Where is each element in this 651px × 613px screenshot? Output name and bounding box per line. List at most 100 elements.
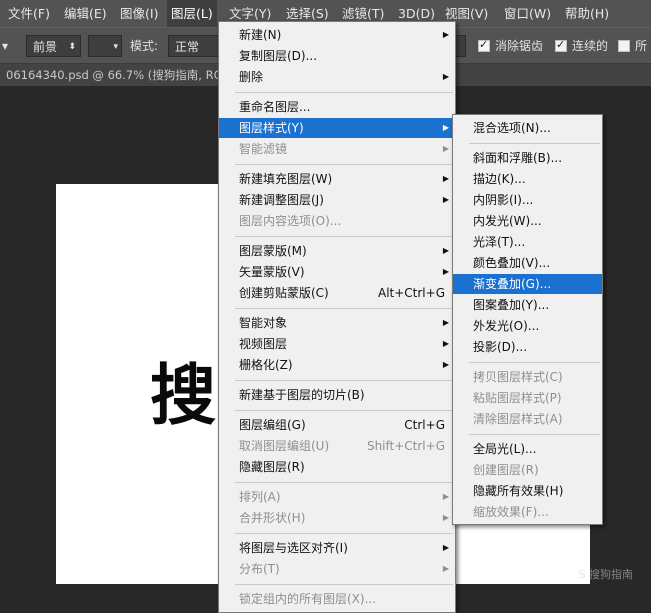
menu-item[interactable]: 斜面和浮雕(B)... — [453, 148, 602, 168]
menu-item[interactable]: 分布(T) ▶ — [219, 559, 455, 579]
antialias-checkbox[interactable]: ✓ — [478, 38, 490, 52]
menu-item-label: 外发光(O)... — [473, 319, 540, 333]
menu-item-label: 隐藏图层(R) — [239, 460, 305, 474]
menu-item[interactable]: 重命名图层... — [219, 97, 455, 117]
menu-item[interactable]: 视频图层 ▶ — [219, 334, 455, 354]
menu-9[interactable]: 窗口(W) — [500, 0, 555, 27]
menu-10[interactable]: 帮助(H) — [561, 0, 613, 27]
menu-item-label: 取消图层编组(U) — [239, 439, 330, 453]
menu-item[interactable]: 粘贴图层样式(P) — [453, 388, 602, 408]
pattern-picker[interactable]: ▾ — [88, 35, 122, 57]
menu-item-label: 颜色叠加(V)... — [473, 256, 551, 270]
menu-item-label: 粘贴图层样式(P) — [473, 391, 562, 405]
menu-item[interactable]: 矢量蒙版(V) ▶ — [219, 262, 455, 282]
menu-item-label: 图层样式(Y) — [239, 121, 304, 135]
menu-item[interactable]: 合并形状(H) ▶ — [219, 508, 455, 528]
menu-item[interactable]: 图案叠加(Y)... — [453, 295, 602, 315]
menu-item[interactable]: 外发光(O)... — [453, 316, 602, 336]
menu-item[interactable]: 内发光(W)... — [453, 211, 602, 231]
contiguous-label: 连续的 — [572, 39, 609, 53]
menu-item-label: 缩放效果(F)... — [473, 505, 549, 519]
menu-separator — [469, 434, 600, 435]
menu-item[interactable]: 光泽(T)... — [453, 232, 602, 252]
chevron-down-icon: ▾ — [113, 42, 118, 52]
menu-item[interactable]: 颜色叠加(V)... — [453, 253, 602, 273]
document-title: 06164340.psd @ 66.7% (搜狗指南, RGB/8) — [6, 68, 247, 82]
menu-item[interactable]: 智能对象 ▶ — [219, 313, 455, 333]
menu-item[interactable]: 复制图层(D)... — [219, 46, 455, 66]
menu-item[interactable]: 图层样式(Y) ▶ — [219, 118, 455, 138]
all-layers-checkbox[interactable] — [618, 40, 630, 52]
submenu-arrow-icon: ▶ — [442, 360, 449, 369]
menu-item-label: 复制图层(D)... — [239, 49, 318, 63]
menu-item[interactable]: 新建基于图层的切片(B) — [219, 385, 455, 405]
menu-item[interactable]: 渐变叠加(G)... — [453, 274, 602, 294]
layer-style-submenu: 混合选项(N)... 斜面和浮雕(B)... 描边(K)... 内阴影(I)... 内发… — [452, 114, 603, 525]
checkmark-icon: ✓ — [556, 38, 566, 51]
menu-item[interactable]: 图层编组(G) Ctrl+G — [219, 415, 455, 435]
menu-item-label: 拷贝图层样式(C) — [473, 370, 563, 384]
blend-mode-value: 正常 — [175, 40, 200, 54]
menu-item[interactable]: 混合选项(N)... — [453, 118, 602, 138]
menu-item[interactable]: 拷贝图层样式(C) — [453, 367, 602, 387]
menu-0[interactable]: 文件(F) — [4, 0, 54, 27]
blend-mode-select[interactable]: 正常 — [168, 35, 220, 57]
menu-separator — [235, 584, 453, 585]
menu-item[interactable]: 新建(N) ▶ — [219, 25, 455, 45]
menu-item-label: 清除图层样式(A) — [473, 412, 563, 426]
menu-item[interactable]: 智能滤镜 ▶ — [219, 139, 455, 159]
menu-item-label: 智能对象 — [239, 316, 288, 330]
menu-item[interactable]: 内阴影(I)... — [453, 190, 602, 210]
menu-item[interactable]: 排列(A) ▶ — [219, 487, 455, 507]
menu-3[interactable]: 图层(L) — [167, 0, 217, 27]
menu-item-label: 锁定组内的所有图层(X)... — [239, 592, 377, 606]
menu-item[interactable]: 描边(K)... — [453, 169, 602, 189]
menu-item[interactable]: 删除 ▶ — [219, 67, 455, 87]
antialias-label: 消除锯齿 — [495, 39, 544, 53]
menu-item-label: 内发光(W)... — [473, 214, 542, 228]
submenu-arrow-icon: ▶ — [442, 267, 449, 276]
submenu-arrow-icon: ▶ — [442, 72, 449, 81]
tool-preset-dropdown[interactable]: ▾ — [2, 35, 22, 57]
menu-item-shortcut: Ctrl+G — [404, 418, 445, 432]
menu-item[interactable]: 图层蒙版(M) ▶ — [219, 241, 455, 261]
menu-item[interactable]: 取消图层编组(U) Shift+Ctrl+G — [219, 436, 455, 456]
menu-item-label: 栅格化(Z) — [239, 358, 293, 372]
menu-item[interactable]: 图层内容选项(O)... — [219, 211, 455, 231]
layer-menu: 新建(N) ▶ 复制图层(D)... 删除 ▶ 重命名图层... 图层样式(Y) ▶ 智能滤镜 ▶… — [218, 21, 456, 613]
menu-item[interactable]: 新建填充图层(W) ▶ — [219, 169, 455, 189]
menu-item[interactable]: 投影(D)... — [453, 337, 602, 357]
menu-item-label: 创建图层(R) — [473, 463, 539, 477]
contiguous-checkbox[interactable]: ✓ — [555, 38, 567, 52]
menu-separator — [235, 533, 453, 534]
menu-separator — [469, 362, 600, 363]
menu-item[interactable]: 全局光(L)... — [453, 439, 602, 459]
menu-separator — [235, 164, 453, 165]
submenu-arrow-icon: ▶ — [442, 123, 449, 132]
menu-item[interactable]: 缩放效果(F)... — [453, 502, 602, 522]
menu-separator — [235, 410, 453, 411]
menu-item[interactable]: 隐藏所有效果(H) — [453, 481, 602, 501]
menu-item-label: 图层内容选项(O)... — [239, 214, 342, 228]
menu-item-label: 新建(N) — [239, 28, 282, 42]
menu-2[interactable]: 图像(I) — [116, 0, 162, 27]
menu-item[interactable]: 将图层与选区对齐(I) ▶ — [219, 538, 455, 558]
submenu-arrow-icon: ▶ — [442, 195, 449, 204]
menu-item[interactable]: 锁定组内的所有图层(X)... — [219, 589, 455, 609]
menu-item[interactable]: 创建剪贴蒙版(C) Alt+Ctrl+G — [219, 283, 455, 303]
fill-source-select[interactable]: 前景 ⬍ — [26, 35, 81, 57]
menu-item[interactable]: 清除图层样式(A) — [453, 409, 602, 429]
menu-item[interactable]: 栅格化(Z) ▶ — [219, 355, 455, 375]
menu-item-label: 斜面和浮雕(B)... — [473, 151, 563, 165]
menu-item-label: 合并形状(H) — [239, 511, 306, 525]
menu-item[interactable]: 新建调整图层(J) ▶ — [219, 190, 455, 210]
menu-item[interactable]: 隐藏图层(R) — [219, 457, 455, 477]
menu-item[interactable]: 创建图层(R) — [453, 460, 602, 480]
menu-item-label: 图层编组(G) — [239, 418, 306, 432]
menu-item-label: 全局光(L)... — [473, 442, 537, 456]
menu-separator — [235, 92, 453, 93]
menu-1[interactable]: 编辑(E) — [60, 0, 111, 27]
submenu-arrow-icon: ▶ — [442, 144, 449, 153]
submenu-arrow-icon: ▶ — [442, 492, 449, 501]
submenu-arrow-icon: ▶ — [442, 174, 449, 183]
